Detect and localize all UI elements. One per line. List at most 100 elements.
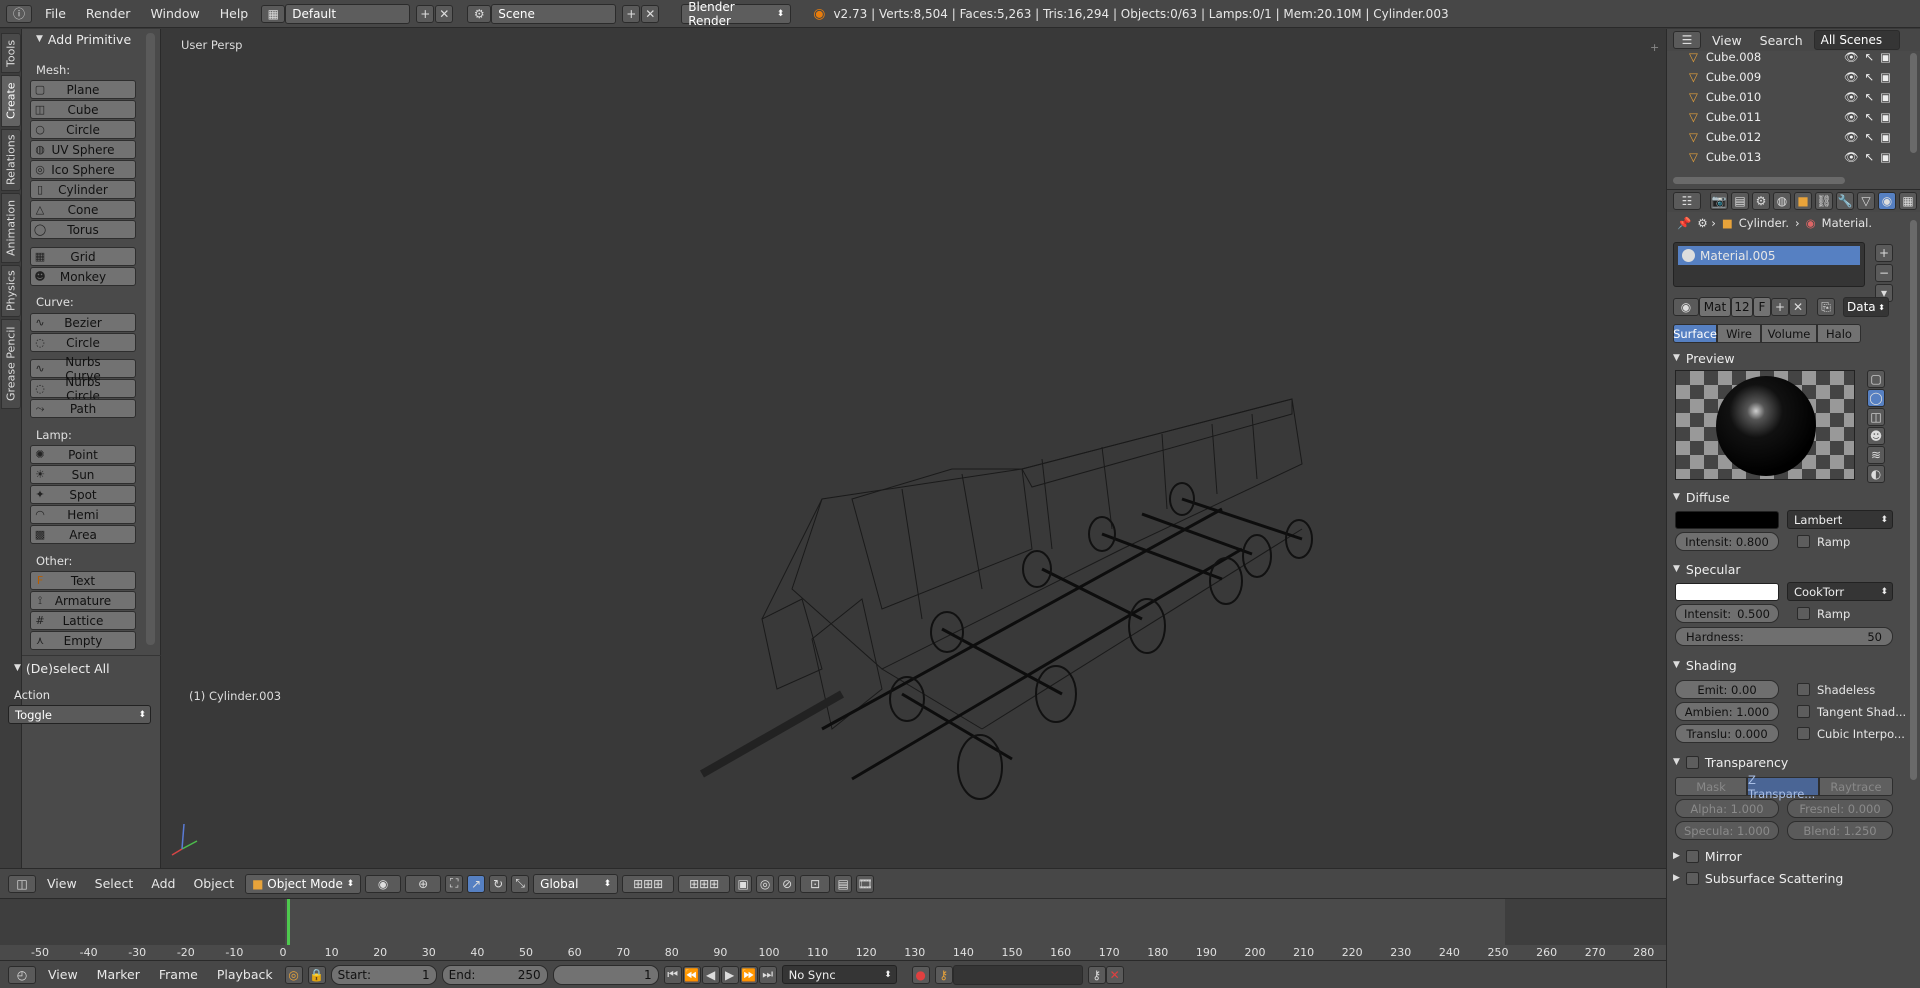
scene-field[interactable]: Scene xyxy=(491,3,617,24)
snap-element-icon[interactable]: ⊡ xyxy=(800,874,831,893)
jump-start-icon[interactable]: ⏮ xyxy=(663,965,682,984)
add-curve-circle-button[interactable]: ◌ Circle xyxy=(30,333,136,352)
frame-menu[interactable]: Frame xyxy=(152,967,205,982)
specular-ramp-checkbox[interactable] xyxy=(1797,607,1810,620)
screen-layout-icon[interactable]: ▦ xyxy=(261,4,286,23)
add-layout-icon[interactable]: + xyxy=(416,4,435,23)
tab-physics[interactable]: Physics xyxy=(1,265,21,317)
layers-tab-icon[interactable]: ▤ xyxy=(1731,192,1749,210)
constraints-tab-icon[interactable]: ⛓ xyxy=(1815,192,1833,210)
trans-raytrace-tab[interactable]: Raytrace xyxy=(1819,777,1893,796)
world-tab-icon[interactable]: ◍ xyxy=(1773,192,1791,210)
object-tab-icon[interactable]: ■ xyxy=(1794,192,1812,210)
view-menu[interactable]: View xyxy=(40,876,84,891)
specular-alpha-field[interactable]: Specula: 1.000 xyxy=(1675,821,1779,840)
delete-layout-icon[interactable]: ✕ xyxy=(435,4,454,23)
preview-hair-icon[interactable]: ≋ xyxy=(1867,446,1885,464)
visibility-eye-icon[interactable]: 👁 xyxy=(1844,50,1859,64)
tab-wire[interactable]: Wire xyxy=(1717,324,1761,343)
timeline[interactable]: -50 -40 -30 -20 -10 0 10 20 30 40 50 60 70 80 90 100 110… xyxy=(0,898,1666,961)
hardness-field[interactable]: Hardness: 50 xyxy=(1675,627,1893,646)
menu-render[interactable]: Render xyxy=(79,6,138,21)
scene-tab-icon[interactable]: ⚙ xyxy=(1752,192,1770,210)
preview-cube-icon[interactable]: ◫ xyxy=(1867,408,1885,426)
sss-panel-header[interactable]: ▶ Subsurface Scattering xyxy=(1673,868,1901,888)
properties-scrollbar[interactable] xyxy=(1910,220,1917,780)
tab-animation[interactable]: Animation xyxy=(1,193,21,263)
end-frame-field[interactable]: End: 250 xyxy=(441,964,548,985)
link-select[interactable]: Data ⬍ xyxy=(1843,297,1889,317)
add-uv-sphere-button[interactable]: ◍ UV Sphere xyxy=(30,140,136,159)
rotate-manipulator-icon[interactable]: ↻ xyxy=(489,874,508,893)
select-menu[interactable]: Select xyxy=(88,876,141,891)
add-sun-lamp-button[interactable]: ☀ Sun xyxy=(30,465,136,484)
jump-keyframe-forward-icon[interactable]: ⏩ xyxy=(739,965,758,984)
render-camera-icon[interactable]: ▣ xyxy=(1880,70,1891,84)
diffuse-ramp-checkbox[interactable] xyxy=(1797,535,1810,548)
visibility-eye-icon[interactable]: 👁 xyxy=(1844,70,1859,84)
fake-user-toggle[interactable]: F xyxy=(1753,297,1771,317)
material-browse-icon[interactable]: ◉ xyxy=(1673,298,1699,316)
fresnel-field[interactable]: Fresnel: 0.000 xyxy=(1787,799,1893,818)
add-circle-button[interactable]: ○ Circle xyxy=(30,120,136,139)
timeline-view-menu[interactable]: View xyxy=(41,967,85,982)
outliner-row[interactable]: ▽ Cube.012 👁 ↖ ▣ xyxy=(1667,127,1907,147)
keying-set-field[interactable] xyxy=(952,964,1083,985)
render-camera-icon[interactable]: ▣ xyxy=(1880,50,1891,64)
preview-range-icon[interactable]: ◎ xyxy=(284,965,303,984)
ambient-field[interactable]: Ambien: 1.000 xyxy=(1675,702,1779,721)
texture-tab-icon[interactable]: ▦ xyxy=(1899,192,1917,210)
scale-manipulator-icon[interactable]: ⤡ xyxy=(511,874,530,893)
visibility-eye-icon[interactable]: 👁 xyxy=(1844,150,1859,164)
add-empty-button[interactable]: ⋏ Empty xyxy=(30,631,136,650)
data-tab-icon[interactable]: ▽ xyxy=(1857,192,1875,210)
add-grid-button[interactable]: ▦ Grid xyxy=(30,247,136,266)
tab-surface[interactable]: Surface xyxy=(1673,324,1717,343)
layer-lock-icon[interactable]: ▣ xyxy=(734,874,753,893)
shadeless-checkbox[interactable] xyxy=(1797,683,1810,696)
jump-keyframe-back-icon[interactable]: ⏪ xyxy=(682,965,701,984)
render-camera-icon[interactable]: ▣ xyxy=(1880,90,1891,104)
jump-end-icon[interactable]: ⏭ xyxy=(758,965,777,984)
trans-ztransparency-tab[interactable]: Z Transpare... xyxy=(1747,773,1819,801)
material-tab-icon[interactable]: ◉ xyxy=(1878,192,1896,210)
delete-scene-icon[interactable]: ✕ xyxy=(641,4,660,23)
scene-icon[interactable]: ⚙ xyxy=(467,4,492,23)
sss-checkbox[interactable] xyxy=(1685,871,1699,885)
preview-sphere-icon[interactable]: ◯ xyxy=(1867,389,1885,407)
add-cube-button[interactable]: ◫ Cube xyxy=(30,100,136,119)
add-cylinder-button[interactable]: ▯ Cylinder xyxy=(30,180,136,199)
keying-set-icon[interactable]: ⚷ xyxy=(934,965,953,984)
render-preview-icon[interactable]: ▤ xyxy=(834,874,853,893)
preview-sky-icon[interactable]: ◐ xyxy=(1867,465,1885,483)
insert-keyframe-icon[interactable]: ⚷ xyxy=(1087,965,1106,984)
remove-slot-icon[interactable]: − xyxy=(1875,264,1893,282)
specular-shader-select[interactable]: CookTorr ⬍ xyxy=(1787,582,1893,601)
layers-grid-a[interactable]: ⊞⊞⊞ xyxy=(622,874,675,893)
pivot-point-icon[interactable]: ⊕ xyxy=(405,874,442,893)
outliner-row[interactable]: ▽ Cube.009 👁 ↖ ▣ xyxy=(1667,67,1907,87)
shading-panel-header[interactable]: ▼ Shading xyxy=(1673,655,1901,675)
mirror-checkbox[interactable] xyxy=(1685,849,1699,863)
outliner-search-menu[interactable]: Search xyxy=(1753,33,1810,48)
preview-flat-icon[interactable]: ▢ xyxy=(1867,370,1885,388)
select-arrow-icon[interactable]: ↖ xyxy=(1864,110,1874,124)
menu-file[interactable]: File xyxy=(38,6,73,21)
render-tab-icon[interactable]: 📷 xyxy=(1710,192,1728,210)
add-path-button[interactable]: ⤳ Path xyxy=(30,399,136,418)
action-select[interactable]: Toggle ⬍ xyxy=(8,705,151,724)
pin-icon[interactable]: 📌 xyxy=(1677,216,1691,230)
add-point-lamp-button[interactable]: ✺ Point xyxy=(30,445,136,464)
render-camera-icon[interactable]: ▣ xyxy=(1880,130,1891,144)
modifiers-tab-icon[interactable]: 🔧 xyxy=(1836,192,1854,210)
playhead[interactable] xyxy=(287,899,290,945)
tangent-shading-checkbox[interactable] xyxy=(1797,705,1810,718)
emit-field[interactable]: Emit: 0.00 xyxy=(1675,680,1779,699)
marker-menu[interactable]: Marker xyxy=(90,967,147,982)
node-icon[interactable]: ⎘ xyxy=(1817,298,1835,316)
sync-select[interactable]: No Sync ⬍ xyxy=(781,965,897,984)
alpha-field[interactable]: Alpha: 1.000 xyxy=(1675,799,1779,818)
material-name-field[interactable]: Mat xyxy=(1699,297,1731,317)
playback-menu[interactable]: Playback xyxy=(210,967,280,982)
diffuse-intensity-field[interactable]: Intensit: 0.800 xyxy=(1675,532,1779,551)
